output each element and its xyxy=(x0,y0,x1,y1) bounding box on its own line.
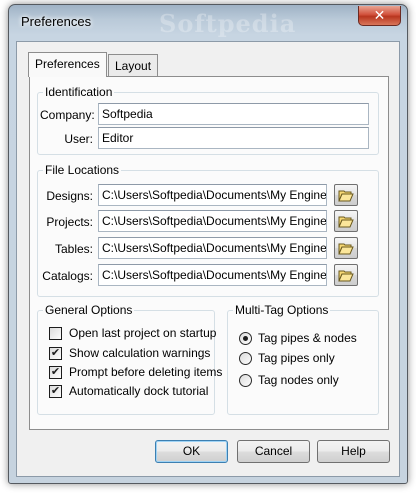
tab-preferences[interactable]: Preferences xyxy=(28,52,107,77)
cancel-button[interactable]: Cancel xyxy=(237,440,310,463)
company-label: Company: xyxy=(40,108,95,122)
tables-label: Tables: xyxy=(54,242,93,256)
show-calculation-warnings-label[interactable]: Show calculation warnings xyxy=(69,346,210,360)
auto-dock-tutorial-label[interactable]: Automatically dock tutorial xyxy=(69,384,208,398)
tag-pipes-only-label[interactable]: Tag pipes only xyxy=(258,351,335,365)
user-input[interactable]: Editor xyxy=(98,127,369,149)
help-button[interactable]: Help xyxy=(317,440,390,463)
designs-browse-button[interactable] xyxy=(334,184,358,206)
tab-layout[interactable]: Layout xyxy=(108,54,159,77)
user-label: User: xyxy=(64,132,93,146)
open-last-project-checkbox[interactable] xyxy=(49,327,62,340)
multi-tag-options-legend: Multi-Tag Options xyxy=(235,303,329,317)
folder-open-icon xyxy=(338,216,354,228)
preferences-tab-panel: Identification Company: Softpedia User: … xyxy=(29,76,389,430)
projects-browse-button[interactable] xyxy=(334,210,358,232)
tag-pipes-nodes-radio[interactable] xyxy=(239,332,252,345)
open-last-project-label[interactable]: Open last project on startup xyxy=(69,326,216,340)
tag-pipes-only-radio[interactable] xyxy=(239,352,252,365)
ok-button[interactable]: OK xyxy=(155,440,228,463)
designs-path-input[interactable]: C:\Users\Softpedia\Documents\My Engine xyxy=(98,184,327,206)
folder-open-icon xyxy=(338,270,354,282)
catalogs-label: Catalogs: xyxy=(42,269,93,283)
identification-legend: Identification xyxy=(45,85,113,99)
close-icon: ✕ xyxy=(373,7,386,23)
close-button[interactable]: ✕ xyxy=(358,6,401,26)
auto-dock-tutorial-checkbox[interactable]: ✔ xyxy=(49,385,62,398)
tag-nodes-only-label[interactable]: Tag nodes only xyxy=(258,373,339,387)
preferences-dialog: Softpedia Preferences ✕ Preferences Layo… xyxy=(8,4,408,484)
title-watermark: Softpedia xyxy=(159,9,297,38)
tag-pipes-nodes-label[interactable]: Tag pipes & nodes xyxy=(258,331,357,345)
tag-nodes-only-radio[interactable] xyxy=(239,374,252,387)
dialog-client-area: Preferences Layout Identification Compan… xyxy=(16,41,400,477)
projects-label: Projects: xyxy=(46,215,93,229)
catalogs-path-input[interactable]: C:\Users\Softpedia\Documents\My Engine xyxy=(98,264,327,286)
catalogs-browse-button[interactable] xyxy=(334,264,358,286)
tables-browse-button[interactable] xyxy=(334,237,358,259)
designs-label: Designs: xyxy=(46,189,93,203)
folder-open-icon xyxy=(338,243,354,255)
file-locations-legend: File Locations xyxy=(45,163,120,177)
window-title: Preferences xyxy=(21,14,92,29)
company-input[interactable]: Softpedia xyxy=(98,103,369,125)
general-options-legend: General Options xyxy=(45,303,133,317)
folder-open-icon xyxy=(338,190,354,202)
prompt-before-deleting-checkbox[interactable]: ✔ xyxy=(49,366,62,379)
projects-path-input[interactable]: C:\Users\Softpedia\Documents\My Engine xyxy=(98,210,327,232)
prompt-before-deleting-label[interactable]: Prompt before deleting items xyxy=(69,365,222,379)
tables-path-input[interactable]: C:\Users\Softpedia\Documents\My Engine xyxy=(98,237,327,259)
show-calculation-warnings-checkbox[interactable]: ✔ xyxy=(49,347,62,360)
